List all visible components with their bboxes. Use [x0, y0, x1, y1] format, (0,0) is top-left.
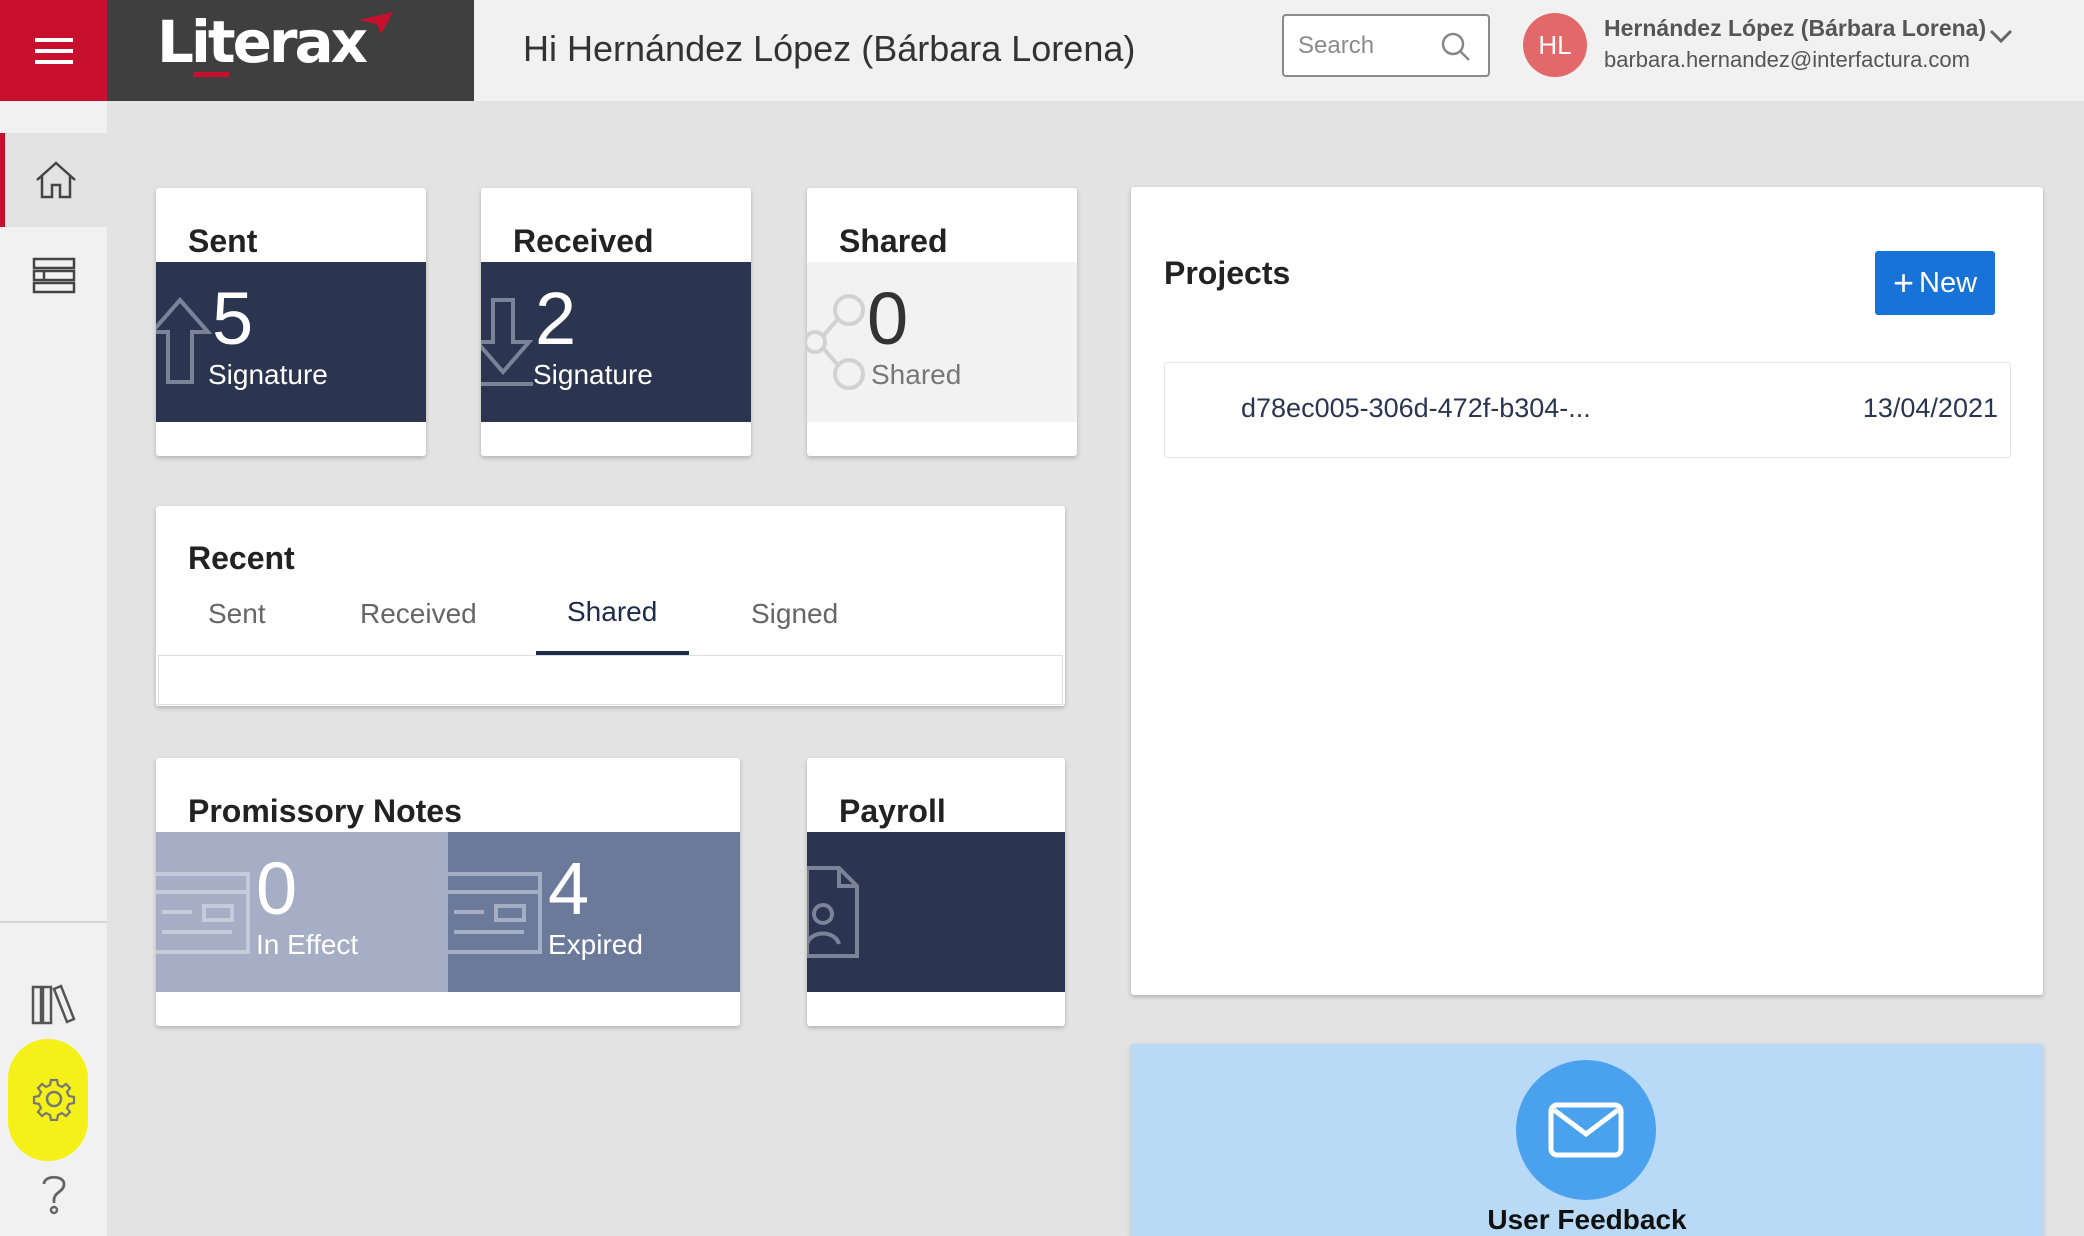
sidebar-item-home[interactable] — [0, 133, 107, 227]
recent-list — [158, 655, 1063, 705]
card-title: Received — [513, 223, 654, 259]
project-date: 13/04/2021 — [1862, 393, 1998, 423]
menu-button[interactable] — [0, 0, 107, 101]
new-project-label: New — [1919, 266, 1978, 299]
in-effect-label: In Effect — [256, 929, 359, 960]
project-name: d78ec005-306d-472f-b304-... — [1241, 393, 1591, 423]
sent-tile[interactable]: 5 Signature — [156, 262, 426, 422]
expired-tile[interactable]: 4 Expired — [448, 832, 740, 992]
tab-sent[interactable]: Sent — [208, 598, 266, 630]
expired-count: 4 — [548, 847, 590, 930]
home-icon — [36, 161, 76, 199]
download-arrow-icon — [481, 298, 534, 386]
mail-icon — [1548, 1102, 1624, 1158]
sidebar-divider — [0, 921, 107, 923]
new-project-button[interactable]: + New — [1875, 251, 1995, 315]
tab-received[interactable]: Received — [360, 598, 477, 630]
hamburger-icon — [34, 37, 73, 64]
avatar[interactable]: HL — [1523, 13, 1587, 77]
help-icon — [42, 1175, 65, 1215]
plus-icon: + — [1892, 262, 1914, 303]
card-title: Sent — [188, 223, 258, 259]
logo-accent — [193, 72, 229, 77]
table-list-icon — [32, 257, 75, 294]
sidebar-item-documents[interactable] — [0, 229, 107, 323]
in-effect-count: 0 — [256, 847, 298, 930]
sidebar — [0, 101, 107, 1236]
user-name[interactable]: Hernández López (Bárbara Lorena) — [1604, 15, 1986, 42]
sidebar-item-settings[interactable] — [0, 1052, 107, 1146]
page-greeting: Hi Hernández López (Bárbara Lorena) — [523, 28, 1136, 69]
search-icon[interactable] — [1441, 32, 1471, 62]
sent-count: 5 — [212, 277, 254, 360]
payroll-document-icon — [807, 866, 859, 958]
tab-shared[interactable]: Shared — [567, 596, 657, 628]
brand-logo[interactable]: Literax — [107, 0, 474, 101]
received-count: 2 — [535, 277, 577, 360]
user-feedback-card[interactable]: User Feedback — [1131, 1044, 2043, 1236]
logo-flag-icon — [359, 12, 393, 34]
share-icon — [807, 294, 865, 390]
card-note-icon — [448, 872, 542, 954]
sent-card[interactable]: Sent 5 Signature — [156, 188, 426, 456]
received-card[interactable]: Received 2 Signature — [481, 188, 751, 456]
shared-tile[interactable]: 0 Shared — [807, 262, 1077, 422]
sidebar-item-library[interactable] — [0, 956, 107, 1050]
user-email: barbara.hernandez@interfactura.com — [1604, 47, 1970, 72]
tab-signed[interactable]: Signed — [751, 598, 838, 630]
received-tile[interactable]: 2 Signature — [481, 262, 751, 422]
card-note-icon — [156, 872, 250, 954]
project-row[interactable]: d78ec005-306d-472f-b304-... 13/04/2021 — [1164, 362, 2011, 458]
in-effect-tile[interactable]: 0 In Effect — [156, 832, 448, 992]
top-bar: Literax Hi Hernández López (Bárbara Lore… — [0, 0, 2084, 101]
gear-icon — [32, 1078, 75, 1121]
shared-count: 0 — [867, 277, 909, 360]
projects-title: Projects — [1164, 255, 1291, 291]
payroll-card[interactable]: Payroll — [807, 758, 1065, 1026]
projects-panel: Projects + New d78ec005-306d-472f-b304-.… — [1131, 187, 2043, 995]
card-title: Payroll — [839, 793, 946, 829]
expired-label: Expired — [548, 929, 643, 960]
upload-arrow-icon — [156, 296, 212, 384]
promissory-notes-card: Promissory Notes 0 In Effect 4 Expired — [156, 758, 740, 1026]
search-input[interactable] — [1298, 28, 1438, 64]
received-label: Signature — [533, 359, 653, 390]
chevron-down-icon[interactable] — [1988, 26, 2014, 46]
card-title: Recent — [188, 540, 295, 576]
card-title: Shared — [839, 223, 948, 259]
sidebar-item-help[interactable] — [0, 1146, 107, 1236]
user-feedback-label: User Feedback — [1487, 1204, 1687, 1235]
recent-card: Recent Sent Received Shared Signed — [156, 506, 1065, 706]
shared-label: Shared — [871, 359, 962, 390]
feedback-icon-circle — [1516, 1060, 1656, 1200]
shared-card[interactable]: Shared 0 Shared — [807, 188, 1077, 456]
card-title: Promissory Notes — [188, 793, 462, 829]
payroll-tile[interactable] — [807, 832, 1065, 992]
search-box[interactable] — [1282, 14, 1490, 77]
brand-name: Literax — [157, 8, 368, 76]
library-icon — [31, 984, 76, 1025]
sent-label: Signature — [208, 359, 328, 390]
